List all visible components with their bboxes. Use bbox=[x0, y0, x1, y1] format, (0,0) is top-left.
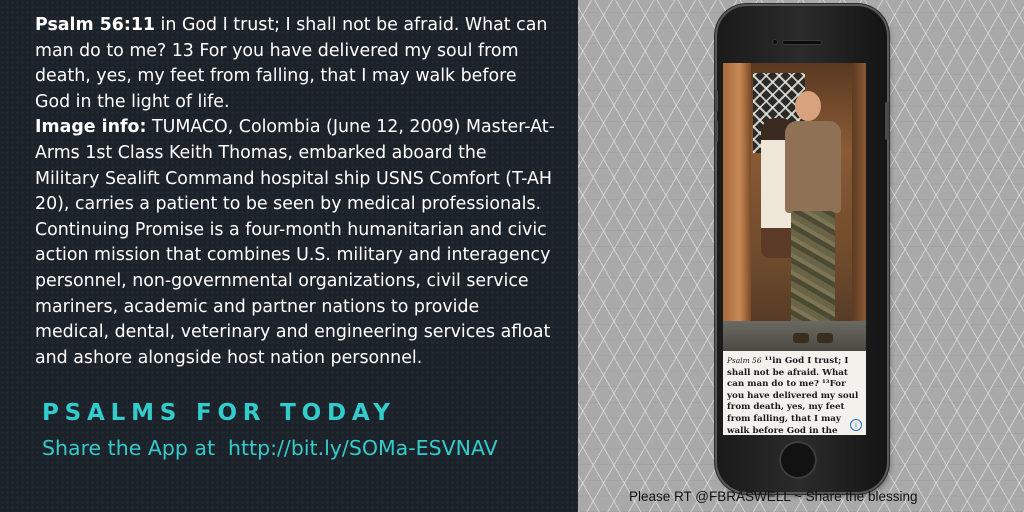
home-button[interactable] bbox=[779, 441, 817, 479]
share-app-link[interactable]: Share the App at http://bit.ly/SOMa-ESVN… bbox=[42, 436, 498, 460]
verse-card-reference: Psalm 56 bbox=[727, 356, 762, 365]
boot bbox=[793, 333, 809, 343]
footer-text: Please RT @FBRASWELL ~ Share the blessin… bbox=[629, 489, 918, 504]
power-button bbox=[885, 102, 889, 140]
verse-card-text: ¹¹in God I trust; I shall not be afraid.… bbox=[727, 356, 859, 435]
body-text: Psalm 56:11 in God I trust; I shall not … bbox=[35, 13, 555, 371]
sailor-head bbox=[795, 91, 821, 121]
speaker-grille bbox=[782, 40, 822, 45]
sailor-figure bbox=[785, 121, 841, 213]
left-panel: Psalm 56:11 in God I trust; I shall not … bbox=[0, 0, 578, 512]
volume-button bbox=[715, 90, 718, 112]
photo bbox=[723, 63, 866, 351]
boot bbox=[817, 333, 833, 343]
verse-reference: Psalm 56:11 bbox=[35, 15, 156, 35]
volume-button bbox=[715, 120, 718, 142]
image-info-label: Image info: bbox=[35, 117, 147, 138]
verse-card: Psalm 56 ¹¹in God I trust; I shall not b… bbox=[723, 351, 866, 435]
info-icon[interactable]: i bbox=[850, 419, 862, 431]
door-frame bbox=[723, 63, 751, 351]
sailor-legs bbox=[791, 211, 835, 339]
psalms-title: PSALMS FOR TODAY bbox=[42, 400, 396, 426]
image-info-text: TUMACO, Colombia (June 12, 2009) Master-… bbox=[35, 117, 555, 368]
phone-screen: Psalm 56 ¹¹in God I trust; I shall not b… bbox=[723, 63, 866, 435]
camera-icon bbox=[772, 39, 778, 45]
door-frame bbox=[852, 63, 866, 351]
